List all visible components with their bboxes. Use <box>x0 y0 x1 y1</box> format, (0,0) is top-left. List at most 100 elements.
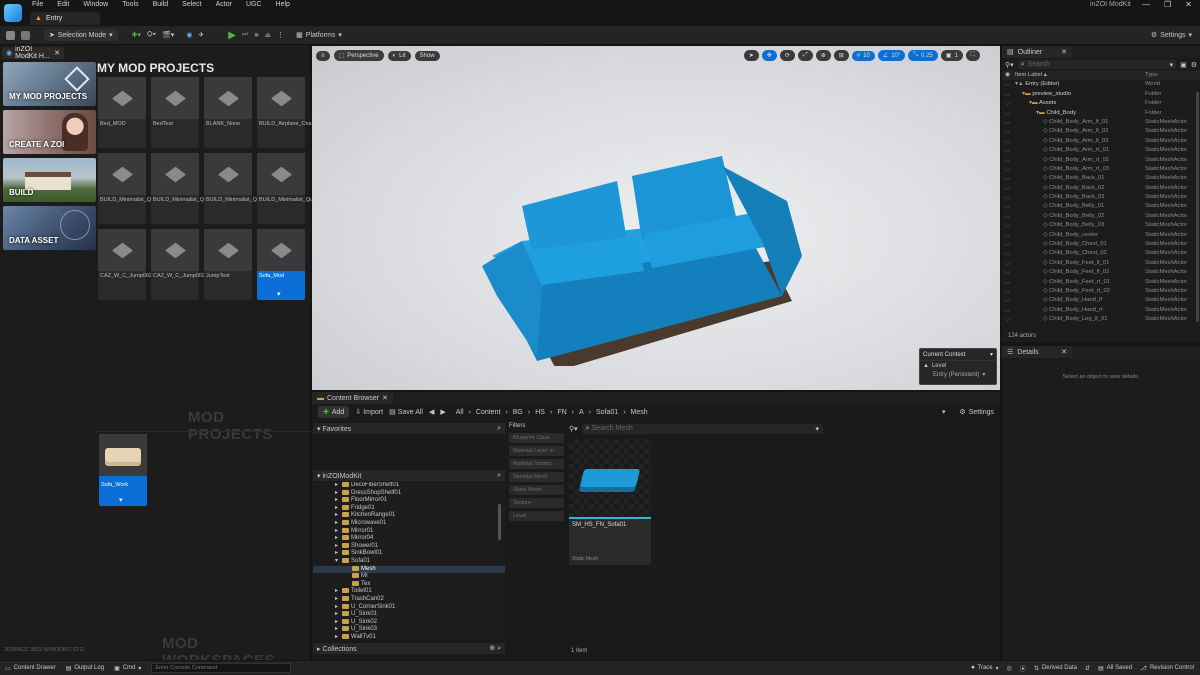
chevron-right-icon[interactable]: ▸ <box>335 505 342 513</box>
menu-build[interactable]: Build <box>153 1 169 8</box>
outliner-search-input[interactable]: ⌕ Search ▾ <box>1017 60 1177 69</box>
menu-file[interactable]: File <box>32 1 43 8</box>
filter-chip[interactable]: Static Mesh <box>509 485 564 495</box>
breadcrumb-mesh[interactable]: Mesh <box>631 409 648 416</box>
surface-snap-icon[interactable]: ⊞ <box>833 50 849 61</box>
content-browser-settings-button[interactable]: ⚙ Settings <box>959 408 994 417</box>
sidebar-item-build[interactable]: BUILD <box>3 158 96 202</box>
chevron-down-icon[interactable]: ▾ <box>277 290 281 298</box>
selection-mode-dropdown[interactable]: ➤ Selection Mode ▾ <box>44 29 118 41</box>
breadcrumb-a[interactable]: A <box>579 409 584 416</box>
chevron-down-icon[interactable]: ▾ <box>119 496 123 504</box>
visibility-icon[interactable]: ◡ <box>1005 137 1015 146</box>
close-icon[interactable]: ✕ <box>1185 0 1192 9</box>
outliner-row[interactable]: ◡ ◇ Child_Body_Back_03 StaticMeshActor <box>1002 193 1200 202</box>
close-icon[interactable]: ✕ <box>382 394 388 402</box>
chevron-right-icon[interactable]: ▸ <box>335 528 342 536</box>
folder-tree-item[interactable]: ▸ Mirror01 <box>313 527 505 536</box>
menu-tools[interactable]: Tools <box>122 1 138 8</box>
blueprint-icon[interactable]: ⛭▾ <box>147 31 156 39</box>
add-button[interactable]: ✚ Add <box>318 406 350 418</box>
outliner-row[interactable]: ◡ ◇ Child_Body_Feet_rt_01 StaticMeshActor <box>1002 278 1200 287</box>
chevron-right-icon[interactable]: ▸ <box>335 596 342 604</box>
outliner-scrollbar[interactable] <box>1196 92 1199 322</box>
visibility-icon[interactable]: ◡ <box>1005 240 1015 249</box>
project-tile[interactable]: CAZ_W_C_Jump002_001 <box>98 229 164 300</box>
folder-tree-item[interactable]: ▸ TrashCan02 <box>313 595 505 604</box>
outliner-row[interactable]: ◡ ◇ Child_Body_Back_01 StaticMeshActor <box>1002 174 1200 183</box>
chevron-right-icon[interactable]: ▸ <box>335 490 342 498</box>
menu-edit[interactable]: Edit <box>57 1 69 8</box>
chevron-right-icon[interactable]: ▸ <box>335 588 342 596</box>
outliner-tab[interactable]: ▤ Outliner ✕ <box>1002 46 1072 58</box>
publish-icon[interactable]: ✈ <box>198 31 204 39</box>
gear-icon[interactable]: ⚙ <box>1191 61 1197 69</box>
folder-tree-item[interactable]: ▸ U_Sink01 <box>313 611 505 619</box>
add-folder-icon[interactable]: ▣ <box>1180 61 1187 69</box>
folder-tree-item[interactable]: ▸ DecoFiberShelf01 <box>313 482 505 490</box>
revision-control-button[interactable]: ⎇ Revision Control <box>1140 665 1194 672</box>
project-tile[interactable]: JumpTest <box>204 229 252 300</box>
folder-tree-item[interactable]: ▸ KitchenRange01 <box>313 512 505 520</box>
project-tile[interactable]: BedTest <box>151 77 199 148</box>
visibility-icon[interactable]: ◡ <box>1005 221 1015 230</box>
workspace-tile-sofa-work[interactable]: Sofa_Work ▾ <box>99 434 147 506</box>
level-viewport[interactable]: ≡ ⬚ Perspective ◐ Lit Show ➤ ✥ ⟳ ⤢ ⊕ ⊞ #10… <box>312 46 1000 390</box>
outliner-row[interactable]: ◡ ◇ Child_Body_Arm_lf_01 StaticMeshActor <box>1002 118 1200 127</box>
chevron-right-icon[interactable]: ▸ <box>335 611 342 619</box>
scale-icon[interactable]: ⤢ <box>797 50 813 61</box>
project-tile[interactable]: Sofa_Mod ▾ <box>257 229 305 300</box>
import-button[interactable]: ⇩ Import <box>355 408 383 417</box>
project-tile[interactable]: BUILD_Minimalist_Queen_Bed <box>204 153 282 224</box>
search-icon[interactable]: ⌕ <box>497 425 501 433</box>
camera-speed-button[interactable]: ▣ 1 <box>940 50 963 61</box>
menu-window[interactable]: Window <box>83 1 108 8</box>
tree-scrollbar[interactable] <box>498 504 501 540</box>
chevron-right-icon[interactable]: ▸ <box>335 550 342 558</box>
stop-icon[interactable]: ■ <box>254 32 258 39</box>
menu-actor[interactable]: Actor <box>216 1 232 8</box>
content-browser-tab[interactable]: ▬ Content Browser ✕ <box>312 392 394 404</box>
lit-button[interactable]: ◐ Lit <box>387 50 411 61</box>
sofa-model[interactable] <box>462 146 822 366</box>
breadcrumb-hs[interactable]: HS <box>535 409 545 416</box>
outliner-row[interactable]: ◡ ◇ Child_Body_Feet_lf_02 StaticMeshActor <box>1002 268 1200 277</box>
chevron-right-icon[interactable]: ▸ <box>335 512 342 520</box>
visibility-icon[interactable]: ◡ <box>1005 80 1015 89</box>
grid-snap-button[interactable]: #10 <box>851 50 875 61</box>
maximize-icon[interactable]: ❐ <box>1164 0 1171 9</box>
outliner-row[interactable]: ◡ ◇ Child_Body_Back_02 StaticMeshActor <box>1002 184 1200 193</box>
outliner-row[interactable]: ◡ ◇ Child_Body_Arm_lf_02 StaticMeshActor <box>1002 127 1200 136</box>
folder-tree-item[interactable]: MI <box>313 573 505 581</box>
filter-chip[interactable]: Material Instanc <box>509 459 564 469</box>
menu-select[interactable]: Select <box>182 1 201 8</box>
folder-tree-item[interactable]: ▾ Sofa01 <box>313 557 505 566</box>
more-options-icon[interactable]: ⋮ <box>277 31 284 39</box>
trace-button[interactable]: ⏺ Trace ▾ <box>972 665 999 672</box>
search-icon[interactable]: ⌕ <box>497 472 501 480</box>
notification-icon[interactable]: ⇵ <box>1085 665 1090 672</box>
save-all-button[interactable]: ▤ Save All <box>389 408 423 417</box>
toolbar-settings-button[interactable]: ⚙ Settings ▾ <box>1151 31 1192 40</box>
breadcrumb-bg[interactable]: BG <box>513 409 523 416</box>
close-icon[interactable]: ✕ <box>54 49 60 57</box>
chevron-down-icon[interactable]: ▾ <box>990 351 993 358</box>
outliner-row[interactable]: ◡ ◇ Child_Body_Chest_02 StaticMeshActor <box>1002 249 1200 258</box>
chevron-right-icon[interactable]: ▸ <box>335 634 342 639</box>
column-item-label[interactable]: Item Label ▴ <box>1015 71 1145 80</box>
visibility-icon[interactable]: ◡ <box>1005 109 1015 118</box>
close-icon[interactable]: ✕ <box>1061 348 1067 356</box>
path-dropdown-icon[interactable]: ▾ <box>942 408 946 416</box>
visibility-icon[interactable]: ◡ <box>1005 212 1015 221</box>
visibility-icon[interactable]: ◡ <box>1005 193 1015 202</box>
sidebar-item-data-asset[interactable]: DATA ASSET <box>3 206 96 250</box>
project-tile[interactable]: BUILD_Minimalist_Queen_Bed <box>257 153 335 224</box>
modkit-globe-icon[interactable]: ◉ <box>186 31 192 39</box>
filter-icon[interactable]: ⚲▾ <box>1005 61 1014 69</box>
outliner-row[interactable]: ◡ ◇ Child_Body_Hand_lf StaticMeshActor <box>1002 296 1200 305</box>
history-forward-icon[interactable]: ▶ <box>440 408 445 416</box>
all-saved-button[interactable]: ▤ All Saved <box>1098 665 1132 672</box>
visibility-icon[interactable]: ◡ <box>1005 156 1015 165</box>
history-back-icon[interactable]: ◀ <box>429 408 434 416</box>
outliner-row[interactable]: ◡ ◇ Child_Body_Arm_rt_03 StaticMeshActor <box>1002 165 1200 174</box>
